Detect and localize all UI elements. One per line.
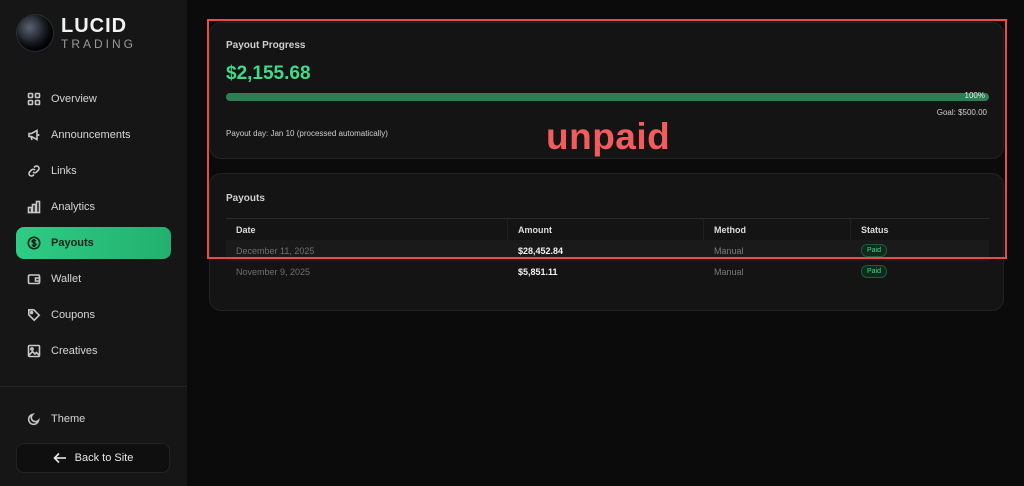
row-date: December 11, 2025: [236, 245, 315, 256]
megaphone-icon: [27, 128, 41, 142]
wallet-icon: [27, 272, 41, 286]
sidebar-item-label: Announcements: [51, 129, 131, 141]
image-icon: [27, 344, 41, 358]
sidebar-item-wallet[interactable]: Wallet: [16, 263, 171, 295]
row-method: Manual: [714, 266, 744, 277]
column-header-date[interactable]: Date: [226, 218, 508, 241]
payouts-title: Payouts: [226, 193, 265, 204]
dollar-circle-icon: [27, 236, 41, 250]
column-header-amount[interactable]: Amount: [508, 218, 704, 241]
progress-bar-fill: [226, 93, 989, 101]
payout-day-text: Payout day: Jan 10 (processed automatica…: [226, 129, 388, 138]
sidebar-item-coupons[interactable]: Coupons: [16, 299, 171, 331]
grid-icon: [27, 92, 41, 106]
progress-bar: [226, 93, 989, 101]
sidebar-item-links[interactable]: Links: [16, 155, 171, 187]
sidebar-item-label: Payouts: [51, 237, 94, 249]
brand-name: LUCID: [61, 15, 128, 37]
row-amount: $28,452.84: [518, 245, 564, 256]
sidebar-item-announcements[interactable]: Announcements: [16, 119, 171, 151]
sidebar-item-label: Wallet: [51, 273, 82, 285]
column-header-status[interactable]: Status: [851, 219, 989, 241]
sidebar-item-overview[interactable]: Overview: [16, 83, 171, 115]
table-header: Date Amount Method Status: [226, 218, 989, 241]
sidebar-item-label: Analytics: [51, 201, 96, 213]
brand-logo[interactable]: LUCID TRADING: [17, 13, 136, 53]
brand-subtitle: TRADING: [61, 37, 136, 51]
row-date: November 9, 2025: [236, 266, 311, 277]
sidebar-item-creatives[interactable]: Creatives: [16, 335, 171, 367]
status-badge: Paid: [861, 244, 888, 257]
sidebar-item-label: Links: [51, 165, 77, 177]
sidebar-item-payouts[interactable]: Payouts: [16, 227, 171, 259]
progress-percent: 100%: [964, 91, 985, 100]
row-amount: $5,851.11: [518, 266, 558, 277]
theme-label: Theme: [51, 413, 86, 425]
logo-orb-icon: [17, 15, 53, 51]
status-badge: Paid: [861, 265, 888, 278]
bar-chart-icon: [27, 200, 41, 214]
moon-icon: [27, 413, 40, 426]
link-icon: [27, 164, 41, 178]
goal-text: Goal: $500.00: [936, 108, 987, 117]
table-row[interactable]: December 11, 2025 $28,452.84 Manual Paid: [226, 240, 989, 261]
table-row[interactable]: November 9, 2025 $5,851.11 Manual Paid: [226, 261, 989, 282]
sidebar: LUCID TRADING Overview Announcements Lin…: [0, 0, 187, 486]
sidebar-divider: [0, 386, 187, 387]
sidebar-item-label: Overview: [51, 93, 97, 105]
back-to-site-label: Back to Site: [74, 452, 134, 464]
payouts-table: Date Amount Method Status December 11, 2…: [226, 218, 989, 282]
arrow-left-icon: [53, 452, 66, 464]
row-method: Manual: [714, 245, 744, 256]
sidebar-nav: Overview Announcements Links Analytics P…: [16, 83, 171, 371]
payout-amount: $2,155.68: [226, 63, 311, 84]
column-header-method[interactable]: Method: [704, 218, 851, 241]
sidebar-item-label: Creatives: [51, 345, 98, 357]
payouts-card: Payouts Date Amount Method Status Decemb…: [209, 173, 1004, 311]
theme-toggle[interactable]: Theme: [27, 408, 85, 430]
back-to-site-button[interactable]: Back to Site: [16, 443, 170, 473]
sidebar-item-analytics[interactable]: Analytics: [16, 191, 171, 223]
annotation-label: unpaid: [546, 116, 671, 157]
tag-icon: [27, 308, 41, 322]
sidebar-item-label: Coupons: [51, 309, 96, 321]
payout-progress-title: Payout Progress: [226, 40, 306, 51]
